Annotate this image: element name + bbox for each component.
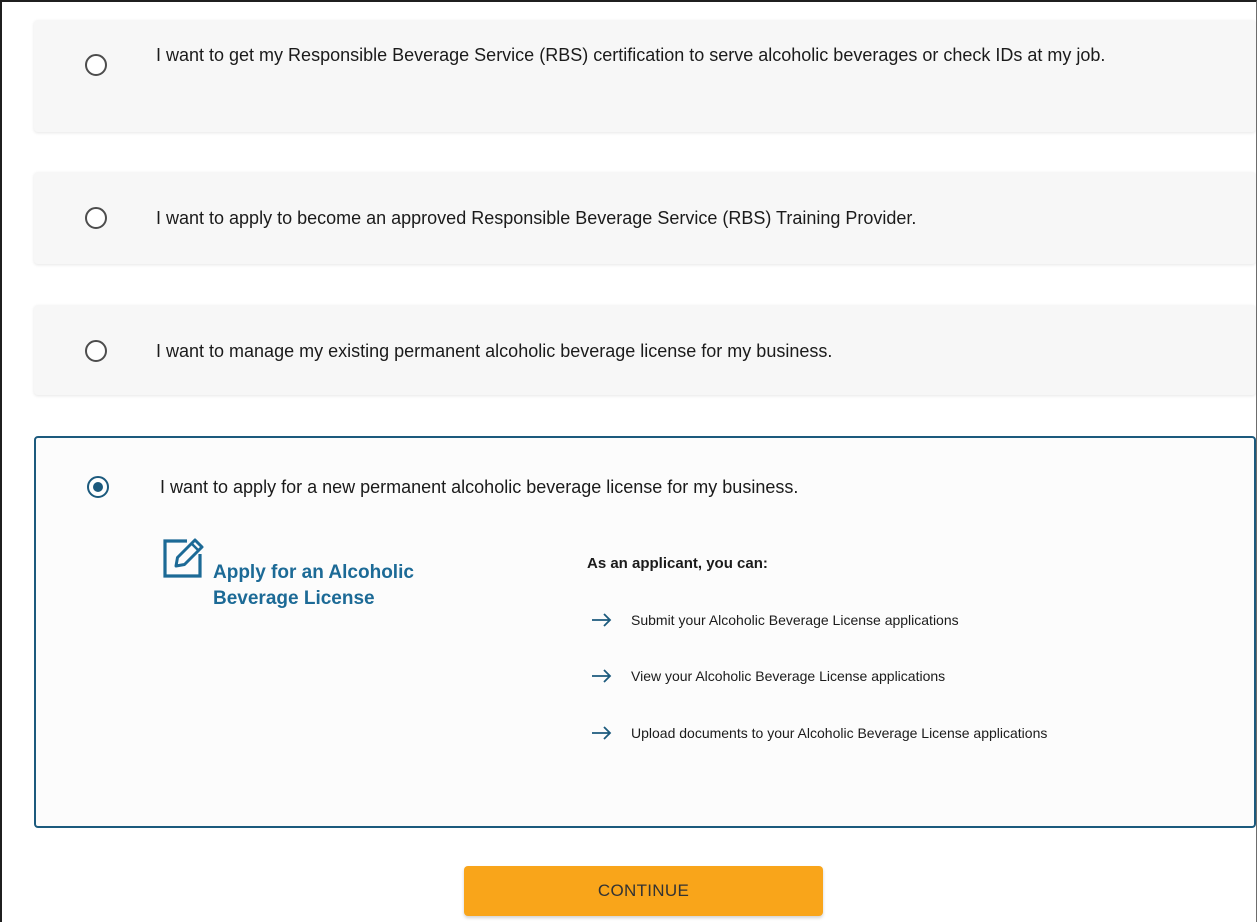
option-label: I want to apply to become an approved Re… (156, 208, 917, 228)
radio-unselected-icon[interactable] (85, 340, 107, 362)
page-frame: I want to get my Responsible Beverage Se… (0, 0, 1257, 922)
perk-text: Upload documents to your Alcoholic Bever… (631, 725, 1048, 741)
option-label: I want to get my Responsible Beverage Se… (156, 45, 1106, 65)
apply-license-link[interactable]: Apply for an Alcoholic Beverage License (213, 560, 473, 612)
perk-text: View your Alcoholic Beverage License app… (631, 668, 946, 684)
radio-selected-icon[interactable] (87, 476, 109, 498)
radio-unselected-icon[interactable] (85, 54, 107, 76)
edit-icon (163, 538, 204, 578)
continue-button[interactable]: CONTINUE (464, 866, 823, 916)
option-label: I want to apply for a new permanent alco… (160, 477, 799, 497)
option-label: I want to manage my existing permanent a… (156, 341, 833, 361)
perks-heading: As an applicant, you can: (587, 555, 768, 572)
arrow-right-icon (592, 669, 612, 683)
arrow-right-icon (592, 726, 612, 740)
option-rbs-certification[interactable]: I want to get my Responsible Beverage Se… (34, 20, 1256, 132)
arrow-right-icon (592, 613, 612, 627)
perk-text: Submit your Alcoholic Beverage License a… (631, 612, 959, 628)
option-rbs-training-provider[interactable]: I want to apply to become an approved Re… (34, 172, 1256, 264)
option-manage-license[interactable]: I want to manage my existing permanent a… (34, 305, 1256, 395)
option-apply-new-license[interactable]: I want to apply for a new permanent alco… (34, 436, 1256, 828)
radio-unselected-icon[interactable] (85, 207, 107, 229)
